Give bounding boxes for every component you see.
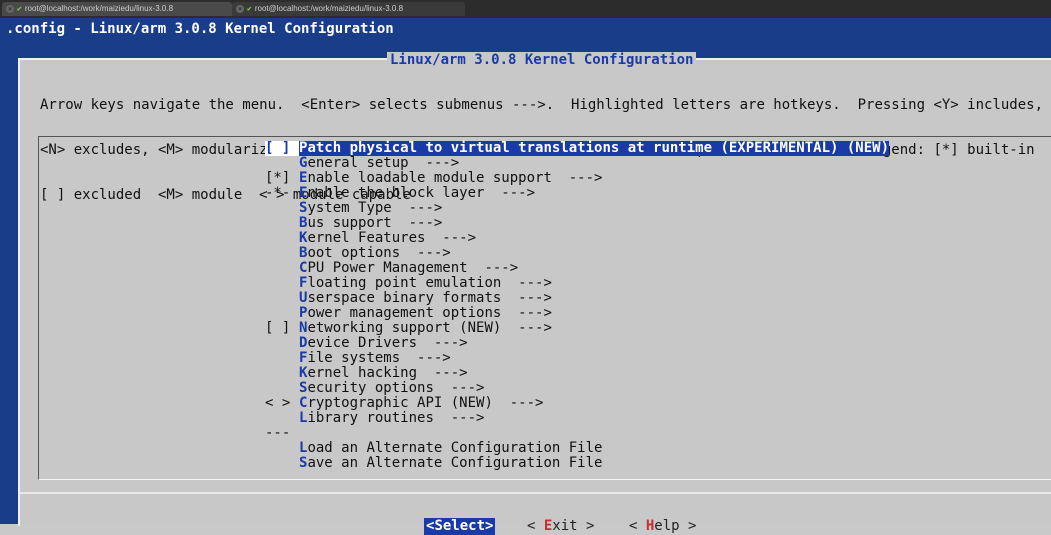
menu-item[interactable]: [ ] Patch physical to virtual translation…: [265, 140, 890, 156]
menu-item[interactable]: General setup --->: [265, 156, 889, 171]
exit-open: <: [527, 518, 544, 534]
menu-item[interactable]: Kernel hacking --->: [265, 366, 889, 381]
tab-label: root@localhost:/work/maiziedu/linux-3.0.…: [24, 4, 174, 13]
terminal-window: .config - Linux/arm 3.0.8 Kernel Configu…: [0, 18, 1051, 535]
config-title: .config - Linux/arm 3.0.8 Kernel Configu…: [6, 21, 394, 37]
menu-item-label: ystem Type --->: [307, 200, 443, 216]
exit-button[interactable]: < Exit >: [527, 518, 594, 535]
menu-item[interactable]: Device Drivers --->: [265, 336, 889, 351]
menu-item-prefix[interactable]: -*-: [265, 186, 299, 201]
menu-item[interactable]: CPU Power Management --->: [265, 261, 889, 276]
menu-item-label: oad an Alternate Configuration File: [307, 440, 603, 456]
kernel-config-dialog: Linux/arm 3.0.8 Kernel Configuration Arr…: [18, 52, 1051, 535]
menu-item[interactable]: Floating point emulation --->: [265, 276, 889, 291]
menu-item-prefix[interactable]: [ ]: [265, 321, 299, 336]
close-icon[interactable]: ×: [236, 4, 244, 13]
menu-item-prefix[interactable]: < >: [265, 396, 299, 411]
terminal-tab-1[interactable]: × ✔ root@localhost:/work/maiziedu/linux-3.…: [2, 2, 232, 16]
select-label: elect: [442, 518, 486, 534]
menu-item-prefix[interactable]: [ ]: [265, 141, 299, 156]
select-close: >: [485, 518, 494, 534]
menu-item-label: atch physical to virtual translations at…: [307, 140, 890, 156]
menu-item[interactable]: Load an Alternate Configuration File: [265, 441, 889, 456]
menu-item-label: ecurity options --->: [307, 380, 485, 396]
menu-item-label: etworking support (NEW) --->: [307, 320, 552, 336]
menu-item-label: serspace binary formats --->: [307, 290, 552, 306]
menu-item[interactable]: System Type --->: [265, 201, 889, 216]
menu-item-label: PU Power Management --->: [307, 260, 519, 276]
tab-label: root@localhost:/work/maiziedu/linux-3.0.…: [254, 4, 404, 13]
menu-item-label: evice Drivers --->: [307, 335, 468, 351]
menu-item[interactable]: < > Cryptographic API (NEW) --->: [265, 396, 889, 411]
menu-item[interactable]: -*- Enable the block layer --->: [265, 186, 889, 201]
terminal-tab-bar: × ✔ root@localhost:/work/maiziedu/linux-3.…: [0, 0, 1051, 18]
exit-label: xit: [552, 518, 578, 534]
exit-close: >: [577, 518, 595, 534]
menu-item[interactable]: [*] Enable loadable module support --->: [265, 171, 889, 186]
help-close: >: [679, 518, 697, 534]
button-separator: [20, 492, 1051, 494]
help-label: elp: [654, 518, 680, 534]
help-open: <: [629, 518, 646, 534]
menu-list: [ ] Patch physical to virtual translation…: [265, 140, 890, 471]
help-line: Arrow keys navigate the menu. <Enter> se…: [40, 97, 1044, 113]
menu-item[interactable]: Boot options --->: [265, 246, 889, 261]
menu-item-label: ile systems --->: [307, 350, 451, 366]
check-icon: ✔: [247, 4, 252, 13]
menu-item-label: nable loadable module support --->: [307, 170, 603, 186]
menu-item[interactable]: ---: [265, 426, 889, 441]
menu-item-label: nable the block layer --->: [307, 185, 536, 201]
check-icon: ✔: [17, 4, 22, 13]
help-button[interactable]: < Help >: [629, 518, 696, 535]
menu-item-label: ernel Features --->: [307, 230, 477, 246]
menu-item[interactable]: Security options --->: [265, 381, 889, 396]
menu-item[interactable]: Save an Alternate Configuration File: [265, 456, 889, 471]
menu-item-label: ave an Alternate Configuration File: [307, 455, 603, 471]
menu-item-label: eneral setup --->: [307, 155, 460, 171]
menu-item[interactable]: Bus support --->: [265, 216, 889, 231]
menu-box: [ ] Patch physical to virtual translation…: [38, 136, 1051, 480]
terminal-tab-2[interactable]: × ✔ root@localhost:/work/maiziedu/linux-3.…: [232, 2, 465, 16]
close-icon[interactable]: ×: [6, 4, 14, 13]
menu-item-label: loating point emulation --->: [307, 275, 552, 291]
menu-item[interactable]: Library routines --->: [265, 411, 889, 426]
menu-item-prefix[interactable]: ---: [265, 426, 299, 441]
menu-item-prefix[interactable]: [*]: [265, 171, 299, 186]
menu-item-label: oot options --->: [307, 245, 451, 261]
menu-item-label: ernel hacking --->: [307, 365, 468, 381]
menu-item[interactable]: Power management options --->: [265, 306, 889, 321]
menu-item-label: ower management options --->: [307, 305, 552, 321]
dialog-title: Linux/arm 3.0.8 Kernel Configuration: [387, 52, 697, 68]
select-hotkey: S: [434, 518, 443, 534]
menu-item[interactable]: Userspace binary formats --->: [265, 291, 889, 306]
menu-item[interactable]: [ ] Networking support (NEW) --->: [265, 321, 889, 336]
menu-item[interactable]: Kernel Features --->: [265, 231, 889, 246]
menu-item-label: us support --->: [307, 215, 443, 231]
menu-item-label: ibrary routines --->: [307, 410, 485, 426]
select-button[interactable]: <Select>: [424, 518, 496, 535]
menu-item-label: ryptographic API (NEW) --->: [307, 395, 544, 411]
menu-item[interactable]: File systems --->: [265, 351, 889, 366]
